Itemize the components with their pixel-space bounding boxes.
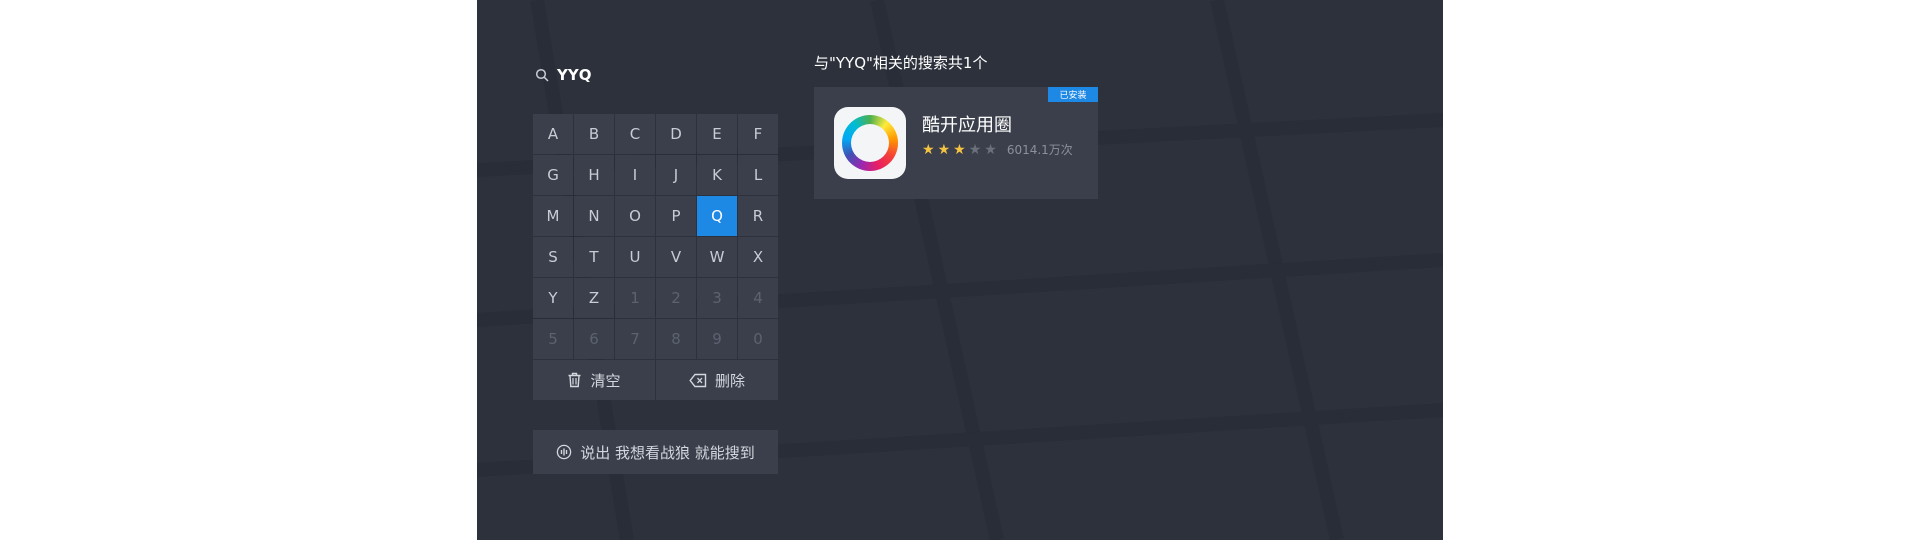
key-t[interactable]: T [574,237,614,277]
key-j[interactable]: J [656,155,696,195]
microphone-icon [556,444,572,460]
key-4[interactable]: 4 [738,278,778,318]
key-9[interactable]: 9 [697,319,737,359]
trash-icon [568,372,581,388]
key-c[interactable]: C [615,114,655,154]
key-b[interactable]: B [574,114,614,154]
app-meta: ★ ★ ★ ★ ★ 6014.1万次 [922,141,1073,158]
key-m[interactable]: M [533,196,573,236]
app-name: 酷开应用圈 [922,115,1012,136]
key-5[interactable]: 5 [533,319,573,359]
key-y[interactable]: Y [533,278,573,318]
keyboard-actions: 清空 删除 [533,360,778,400]
star-icon: ★ [984,141,997,158]
key-z[interactable]: Z [574,278,614,318]
download-count: 6014.1万次 [1006,143,1073,157]
key-i[interactable]: I [615,155,655,195]
key-7[interactable]: 7 [615,319,655,359]
key-f[interactable]: F [738,114,778,154]
star-icon: ★ [922,141,935,158]
key-6[interactable]: 6 [574,319,614,359]
key-o[interactable]: O [615,196,655,236]
delete-label: 删除 [714,371,745,390]
key-8[interactable]: 8 [656,319,696,359]
key-v[interactable]: V [656,237,696,277]
key-1[interactable]: 1 [615,278,655,318]
key-h[interactable]: H [574,155,614,195]
key-g[interactable]: G [533,155,573,195]
star-icon: ★ [937,141,951,158]
search-bar[interactable]: YYQ [535,64,591,86]
search-icon [535,68,549,82]
on-screen-keyboard: ABCDEF GHIJKL MNOPQR STUVWX YZ1234 567890 [533,114,778,359]
voice-hint-label: 说出 我想看战狼 就能搜到 [580,443,755,462]
search-query: YYQ [557,66,592,84]
key-q[interactable]: Q [697,196,737,236]
key-d[interactable]: D [656,114,696,154]
key-3[interactable]: 3 [697,278,737,318]
star-rating: ★ ★ ★ ★ ★ [922,143,997,157]
key-2[interactable]: 2 [656,278,696,318]
key-p[interactable]: P [656,196,696,236]
clear-button[interactable]: 清空 [533,360,655,400]
key-r[interactable]: R [738,196,778,236]
key-n[interactable]: N [574,196,614,236]
key-k[interactable]: K [697,155,737,195]
star-icon: ★ [968,141,982,158]
key-e[interactable]: E [697,114,737,154]
app-icon [834,107,906,179]
voice-search-hint[interactable]: 说出 我想看战狼 就能搜到 [533,430,778,474]
results-summary: 与"YYQ"相关的搜索共1个 [814,54,988,72]
key-u[interactable]: U [615,237,655,277]
clear-label: 清空 [590,371,621,390]
backspace-icon [689,373,707,387]
key-s[interactable]: S [533,237,573,277]
app-result-card[interactable]: 已安装 酷开应用圈 ★ ★ ★ ★ ★ 6014.1万次 [814,87,1098,199]
key-x[interactable]: X [738,237,778,277]
delete-button[interactable]: 删除 [656,360,778,400]
key-a[interactable]: A [533,114,573,154]
installed-badge: 已安装 [1048,87,1098,102]
key-w[interactable]: W [697,237,737,277]
key-0[interactable]: 0 [738,319,778,359]
search-screen: YYQ ABCDEF GHIJKL MNOPQR STUVWX YZ1234 567890… [477,0,1443,540]
star-icon: ★ [953,141,966,158]
key-l[interactable]: L [738,155,778,195]
ring-logo-icon [842,115,898,171]
